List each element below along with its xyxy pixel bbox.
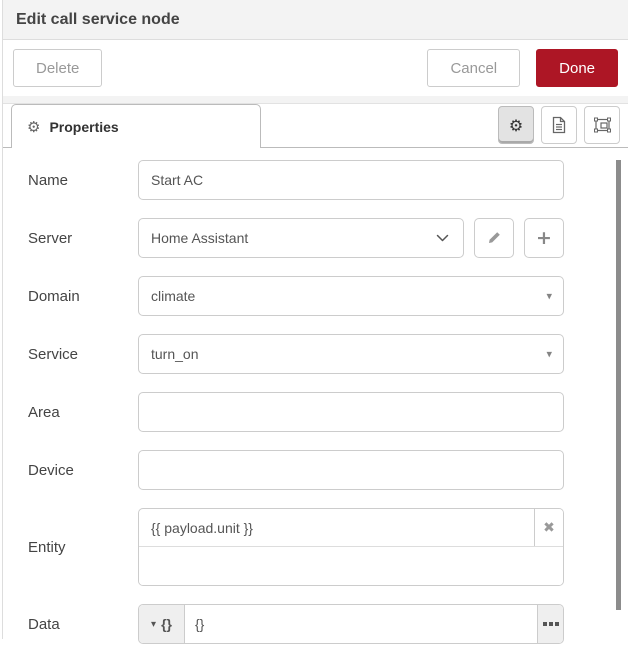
tab-bar: ⚙ Properties ⚙ xyxy=(3,104,628,148)
service-input[interactable] xyxy=(138,334,564,374)
appearance-view-button[interactable] xyxy=(584,106,620,144)
properties-view-button[interactable]: ⚙ xyxy=(498,106,534,144)
server-label: Server xyxy=(28,230,138,247)
entity-item: {{ payload.unit }} ✖ xyxy=(139,509,563,547)
description-view-button[interactable] xyxy=(541,106,577,144)
json-type-icon: {} xyxy=(161,616,172,632)
service-row: Service ▾ xyxy=(28,334,564,374)
device-input[interactable] xyxy=(138,450,564,490)
area-label: Area xyxy=(28,404,138,421)
add-server-button[interactable]: + xyxy=(524,218,564,258)
device-label: Device xyxy=(28,462,138,479)
ellipsis-icon xyxy=(543,622,547,626)
delete-button[interactable]: Delete xyxy=(13,49,102,87)
name-input[interactable] xyxy=(138,160,564,200)
area-row: Area xyxy=(28,392,564,432)
data-typed-input: ▾ {} {} xyxy=(138,604,564,644)
domain-row: Domain ▾ xyxy=(28,276,564,316)
gear-icon: ⚙ xyxy=(509,116,523,135)
edit-node-dialog: Edit call service node Delete Cancel Don… xyxy=(3,0,628,639)
toolbar-divider-strip xyxy=(3,96,628,104)
cancel-button[interactable]: Cancel xyxy=(427,49,520,87)
remove-entity-button[interactable]: ✖ xyxy=(534,509,563,546)
server-select[interactable]: Home Assistant xyxy=(138,218,464,258)
dialog-toolbar: Delete Cancel Done xyxy=(3,40,628,96)
name-row: Name xyxy=(28,160,564,200)
entity-empty-input[interactable] xyxy=(139,547,563,585)
tab-properties[interactable]: ⚙ Properties xyxy=(11,104,261,148)
dialog-header: Edit call service node xyxy=(3,0,628,40)
server-selected-value: Home Assistant xyxy=(151,230,248,246)
entity-row: Entity {{ payload.unit }} ✖ xyxy=(28,508,564,586)
tab-action-buttons: ⚙ xyxy=(498,106,620,144)
entity-value-input[interactable]: {{ payload.unit }} xyxy=(139,509,534,546)
name-label: Name xyxy=(28,172,138,189)
plus-icon: + xyxy=(536,227,552,249)
done-button[interactable]: Done xyxy=(536,49,618,87)
domain-input[interactable] xyxy=(138,276,564,316)
data-label: Data xyxy=(28,616,138,633)
data-row: Data ▾ {} {} xyxy=(28,604,564,644)
caret-down-icon: ▾ xyxy=(151,619,156,630)
properties-form: Name Server Home Assistant xyxy=(3,148,628,670)
server-row: Server Home Assistant + xyxy=(28,218,564,258)
tab-properties-label: Properties xyxy=(49,119,118,135)
expand-editor-button[interactable] xyxy=(537,605,563,643)
vertical-scrollbar[interactable] xyxy=(616,160,621,610)
entity-list: {{ payload.unit }} ✖ xyxy=(138,508,564,586)
edit-server-button[interactable] xyxy=(474,218,514,258)
dialog-title: Edit call service node xyxy=(16,11,180,29)
data-value-input[interactable]: {} xyxy=(185,605,537,643)
area-input[interactable] xyxy=(138,392,564,432)
data-type-select[interactable]: ▾ {} xyxy=(139,605,185,643)
service-label: Service xyxy=(28,346,138,363)
pencil-icon xyxy=(486,230,502,246)
node-appearance-icon xyxy=(593,116,612,134)
device-row: Device xyxy=(28,450,564,490)
domain-label: Domain xyxy=(28,288,138,305)
document-icon xyxy=(551,116,567,134)
gear-icon: ⚙ xyxy=(27,118,40,136)
close-icon: ✖ xyxy=(543,520,555,536)
entity-label: Entity xyxy=(28,539,138,556)
chevron-down-icon xyxy=(436,234,449,242)
